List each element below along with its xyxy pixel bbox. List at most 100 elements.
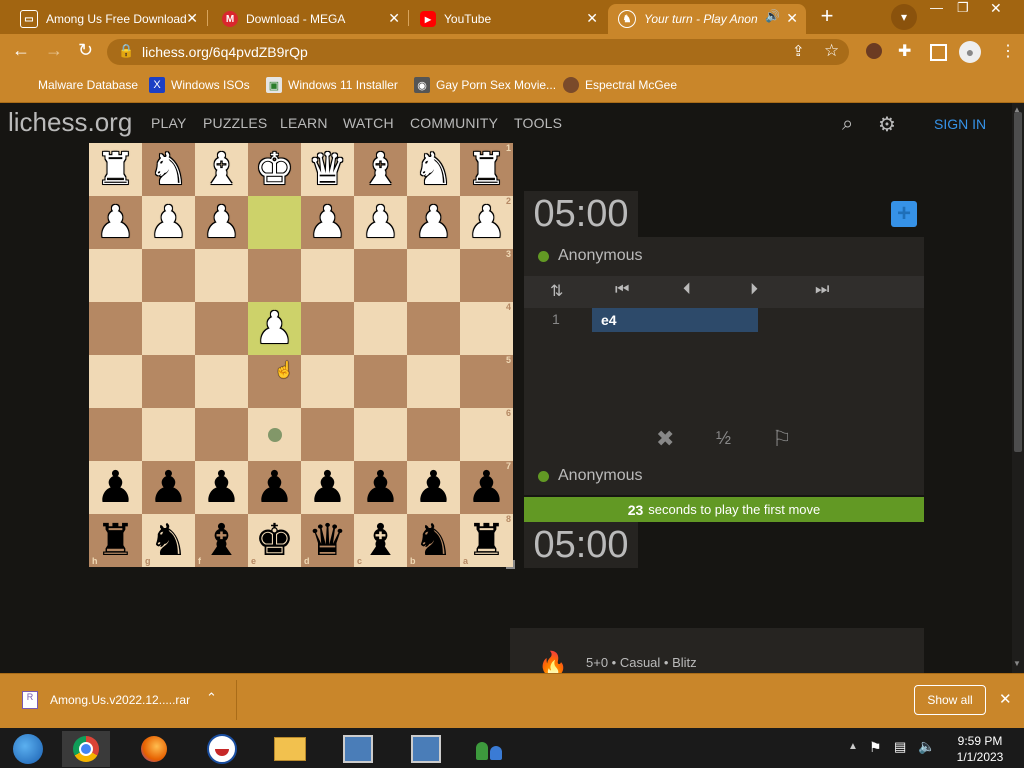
taskbar-users[interactable] bbox=[466, 731, 514, 767]
scroll-down-icon[interactable]: ▼ bbox=[1013, 659, 1021, 668]
show-all-button[interactable]: Show all bbox=[914, 685, 986, 715]
square-g3[interactable] bbox=[142, 249, 195, 302]
square-f1[interactable]: ♝ bbox=[195, 143, 248, 196]
square-c5[interactable] bbox=[354, 355, 407, 408]
back-arrow-icon[interactable]: ← bbox=[12, 40, 30, 61]
white-p-piece[interactable]: ♟ bbox=[96, 200, 135, 245]
black-r-piece[interactable]: ♜ bbox=[96, 518, 135, 563]
download-close-icon[interactable]: ✕ bbox=[999, 690, 1012, 708]
square-g2[interactable]: ♟ bbox=[142, 196, 195, 249]
taskbar-network-setup[interactable] bbox=[334, 731, 382, 767]
square-c3[interactable] bbox=[354, 249, 407, 302]
black-p-piece[interactable]: ♟ bbox=[308, 465, 347, 510]
flip-board-icon[interactable]: ⇅ bbox=[550, 281, 563, 301]
square-h1[interactable]: ♜ bbox=[89, 143, 142, 196]
volume-icon[interactable]: 🔈 bbox=[918, 738, 935, 755]
white-n-piece[interactable]: ♞ bbox=[149, 147, 188, 192]
window-close-icon[interactable]: ✕ bbox=[990, 0, 1002, 17]
black-p-piece[interactable]: ♟ bbox=[255, 465, 294, 510]
white-k-piece[interactable]: ♚ bbox=[255, 147, 294, 192]
square-d2[interactable]: ♟ bbox=[301, 196, 354, 249]
white-p-piece[interactable]: ♟ bbox=[414, 200, 453, 245]
square-a3[interactable]: 3 bbox=[460, 249, 513, 302]
square-h4[interactable] bbox=[89, 302, 142, 355]
black-p-piece[interactable]: ♟ bbox=[202, 465, 241, 510]
site-logo[interactable]: lichess.org bbox=[8, 107, 132, 138]
square-f2[interactable]: ♟ bbox=[195, 196, 248, 249]
move-white[interactable]: e4 bbox=[601, 312, 617, 328]
square-h6[interactable] bbox=[89, 408, 142, 461]
next-move-icon[interactable]: ⏵ bbox=[750, 281, 758, 299]
square-b4[interactable] bbox=[407, 302, 460, 355]
abort-x-icon[interactable]: ✖ bbox=[656, 426, 674, 452]
taskbar-network-setup-2[interactable] bbox=[402, 731, 450, 767]
flag-icon[interactable]: ⚑ bbox=[869, 739, 882, 756]
black-p-piece[interactable]: ♟ bbox=[361, 465, 400, 510]
tab-youtube[interactable]: ▶ YouTube ✕ bbox=[410, 4, 606, 34]
tray-chevron-icon[interactable]: ▲ bbox=[848, 741, 858, 752]
square-f4[interactable] bbox=[195, 302, 248, 355]
bookmark-windows-11-installer[interactable]: ▣ Windows 11 Installer bbox=[266, 77, 398, 93]
square-c1[interactable]: ♝ bbox=[354, 143, 407, 196]
offer-draw-button[interactable]: ½ bbox=[716, 428, 731, 449]
black-r-piece[interactable]: ♜ bbox=[467, 518, 506, 563]
square-b1[interactable]: ♞ bbox=[407, 143, 460, 196]
last-move-icon[interactable]: ⏭ bbox=[815, 281, 829, 299]
sign-in-link[interactable]: SIGN IN bbox=[934, 116, 986, 132]
black-q-piece[interactable]: ♛ bbox=[308, 518, 347, 563]
square-g4[interactable] bbox=[142, 302, 195, 355]
black-n-piece[interactable]: ♞ bbox=[414, 518, 453, 563]
gear-icon[interactable]: ⚙ bbox=[878, 112, 896, 137]
square-e2[interactable] bbox=[248, 196, 301, 249]
nav-learn[interactable]: LEARN bbox=[280, 115, 328, 131]
white-q-piece[interactable]: ♛ bbox=[308, 147, 347, 192]
square-d4[interactable] bbox=[301, 302, 354, 355]
black-p-piece[interactable]: ♟ bbox=[467, 465, 506, 510]
square-e7[interactable]: ♟ bbox=[248, 461, 301, 514]
square-h5[interactable] bbox=[89, 355, 142, 408]
square-f5[interactable] bbox=[195, 355, 248, 408]
restore-icon[interactable]: ❐ bbox=[957, 0, 969, 16]
close-icon[interactable]: ✕ bbox=[586, 10, 598, 27]
nav-play[interactable]: PLAY bbox=[151, 115, 187, 131]
square-a4[interactable]: 4 bbox=[460, 302, 513, 355]
chevron-up-icon[interactable]: ⌃ bbox=[206, 690, 217, 706]
star-icon[interactable]: ☆ bbox=[824, 41, 839, 61]
square-b3[interactable] bbox=[407, 249, 460, 302]
square-c8[interactable]: ♝ c bbox=[354, 514, 407, 567]
square-f7[interactable]: ♟ bbox=[195, 461, 248, 514]
square-g6[interactable] bbox=[142, 408, 195, 461]
square-a7[interactable]: ♟ 7 bbox=[460, 461, 513, 514]
search-icon[interactable]: ⌕ bbox=[842, 113, 853, 136]
start-button[interactable] bbox=[4, 731, 52, 767]
square-d1[interactable]: ♛ bbox=[301, 143, 354, 196]
nav-tools[interactable]: TOOLS bbox=[514, 115, 562, 131]
kebab-menu-icon[interactable]: ⋮ bbox=[1000, 41, 1016, 61]
puzzle-icon[interactable]: ✚ bbox=[898, 41, 911, 61]
minimize-icon[interactable]: — bbox=[930, 0, 943, 15]
square-f3[interactable] bbox=[195, 249, 248, 302]
black-p-piece[interactable]: ♟ bbox=[414, 465, 453, 510]
lock-icon[interactable]: 🔒 bbox=[118, 43, 134, 59]
black-b-piece[interactable]: ♝ bbox=[202, 518, 241, 563]
new-tab-plus-icon[interactable]: + bbox=[815, 4, 839, 28]
speaker-icon[interactable]: 🔊 bbox=[765, 9, 780, 23]
white-r-piece[interactable]: ♜ bbox=[96, 147, 135, 192]
top-player[interactable]: Anonymous bbox=[538, 247, 643, 265]
square-e3[interactable] bbox=[248, 249, 301, 302]
black-b-piece[interactable]: ♝ bbox=[361, 518, 400, 563]
square-b7[interactable]: ♟ bbox=[407, 461, 460, 514]
download-filename[interactable]: Among.Us.v2022.12.....rar bbox=[50, 693, 190, 707]
white-r-piece[interactable]: ♜ bbox=[467, 147, 506, 192]
move-hint-dot[interactable] bbox=[267, 427, 282, 442]
network-icon[interactable]: ▤ bbox=[894, 739, 906, 755]
square-d6[interactable] bbox=[301, 408, 354, 461]
square-e6[interactable] bbox=[248, 408, 301, 461]
nav-watch[interactable]: WATCH bbox=[343, 115, 394, 131]
square-c2[interactable]: ♟ bbox=[354, 196, 407, 249]
square-e5[interactable]: ☝ bbox=[248, 355, 301, 408]
reload-icon[interactable]: ↻ bbox=[78, 40, 93, 61]
tab-lichess[interactable]: ♞ Your turn - Play Anon 🔊 ✕ bbox=[608, 4, 806, 34]
url-text[interactable]: lichess.org/6q4pvdZB9rQp bbox=[142, 44, 308, 60]
square-h7[interactable]: ♟ bbox=[89, 461, 142, 514]
